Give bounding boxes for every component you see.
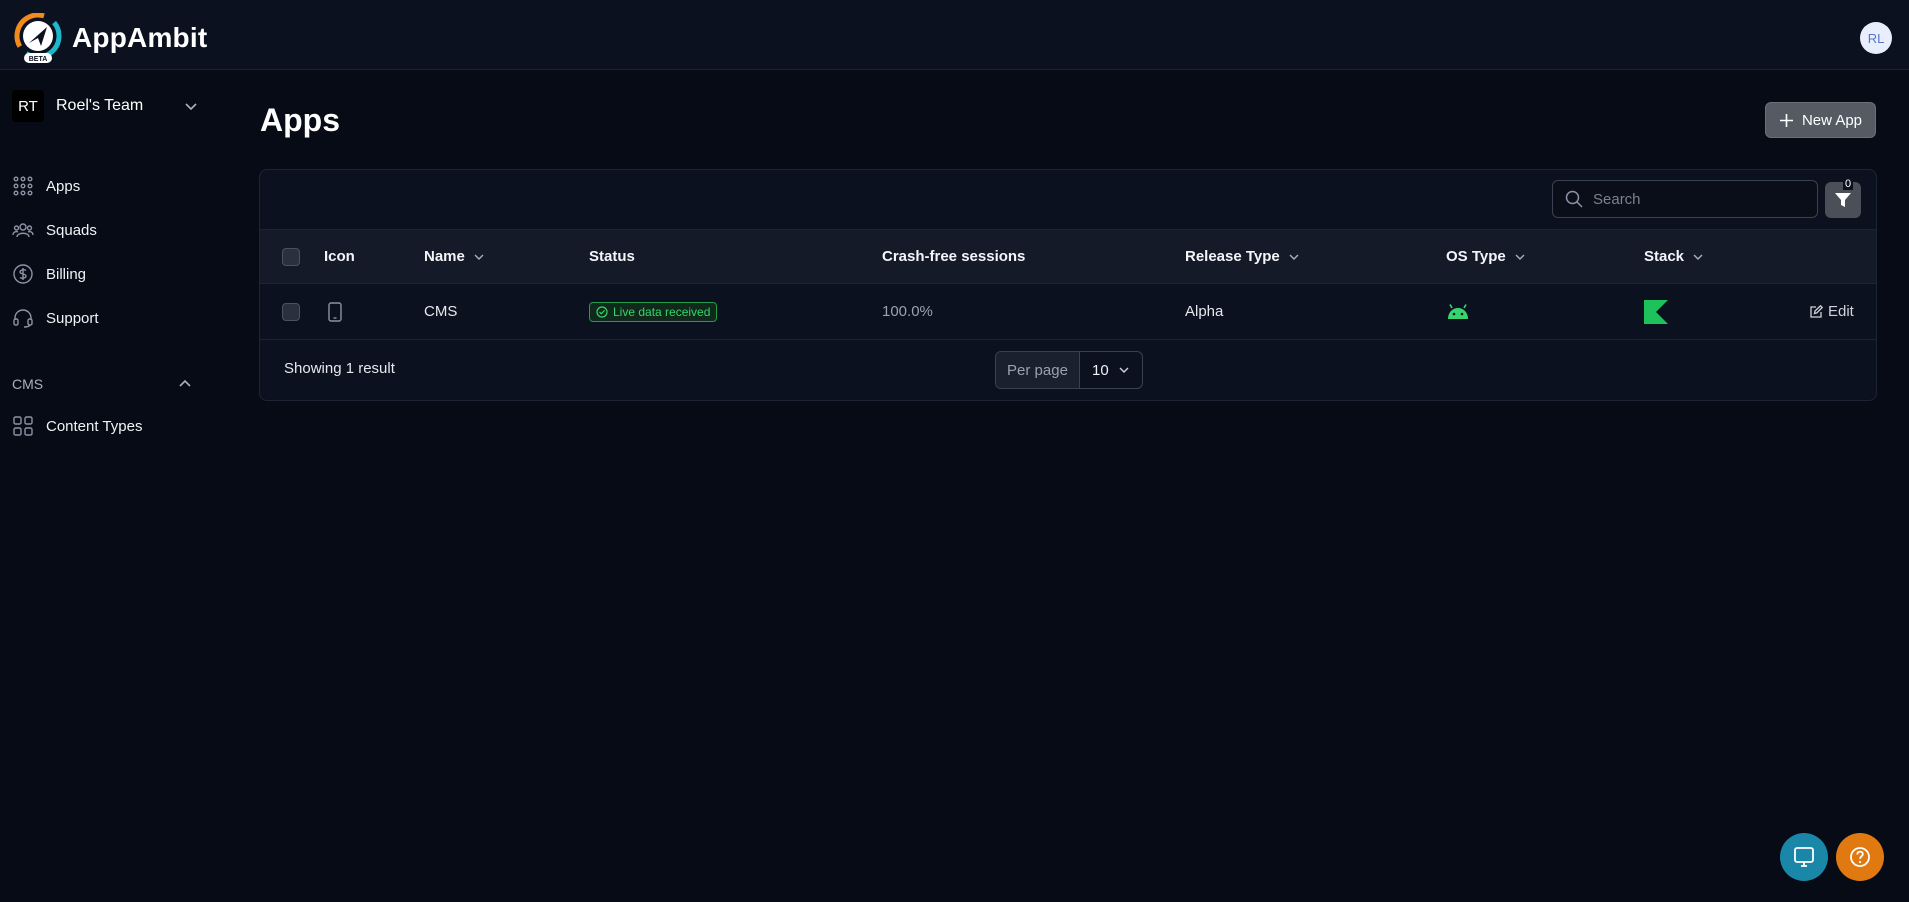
- android-icon: [1448, 303, 1468, 319]
- dollar-circle-icon: [13, 264, 33, 284]
- column-release-label: Release Type: [1185, 248, 1280, 265]
- per-page-select[interactable]: 10: [1080, 352, 1142, 388]
- select-all-cell: [282, 230, 300, 283]
- sidebar-item-content-types[interactable]: Content Types: [12, 404, 212, 448]
- team-switcher[interactable]: RT Roel's Team: [12, 90, 202, 122]
- chat-widget-button[interactable]: [1780, 833, 1828, 881]
- sidebar-item-squads[interactable]: Squads: [12, 208, 212, 252]
- filter-icon: [1835, 193, 1851, 207]
- chevron-down-icon: [1289, 254, 1299, 260]
- page-title: Apps: [260, 102, 340, 138]
- result-count: Showing 1 result: [284, 360, 395, 377]
- select-all-checkbox[interactable]: [282, 247, 300, 266]
- sidebar-item-label: Content Types: [46, 417, 143, 435]
- per-page-label: Per page: [996, 352, 1080, 388]
- sidebar-cms-nav: Content Types: [12, 404, 212, 448]
- release-type-value: Alpha: [1185, 303, 1224, 320]
- plus-icon: [1779, 113, 1793, 127]
- sidebar-item-apps[interactable]: Apps: [12, 164, 212, 208]
- mobile-phone-icon: [328, 301, 342, 322]
- appambit-logo-icon: BETA: [14, 12, 62, 63]
- per-page-control: Per page 10: [995, 351, 1143, 389]
- status-badge: Live data received: [589, 301, 718, 322]
- column-name-label: Name: [424, 248, 465, 265]
- grid-dots-icon: [13, 176, 33, 196]
- stack-cell: [1644, 284, 1668, 339]
- chevron-down-icon: [185, 103, 197, 111]
- check-circle-icon: [596, 305, 608, 318]
- squares-icon: [13, 416, 33, 436]
- beta-label: BETA: [29, 56, 48, 63]
- question-circle-icon: [1850, 847, 1870, 867]
- new-app-label: New App: [1801, 111, 1863, 129]
- column-icon: Icon: [324, 248, 355, 265]
- column-stack-label: Stack: [1644, 248, 1685, 265]
- team-name: Roel's Team: [56, 97, 144, 114]
- help-button[interactable]: [1836, 833, 1884, 881]
- chevron-up-icon: [179, 379, 191, 387]
- row-select-cell: [282, 284, 300, 339]
- sidebar-item-support[interactable]: Support: [12, 296, 212, 340]
- headset-icon: [13, 309, 33, 328]
- column-release-type[interactable]: Release Type: [1185, 230, 1300, 283]
- sidebar-item-label: Support: [46, 309, 99, 327]
- team-badge: RT: [12, 90, 44, 122]
- per-page-value: 10: [1092, 361, 1109, 379]
- sidebar-item-label: Apps: [46, 177, 81, 195]
- table-row[interactable]: CMS Live data received 100.0% Alpha Edit: [260, 284, 1876, 340]
- kotlin-icon: [1644, 299, 1668, 324]
- section-title: CMS: [12, 376, 44, 392]
- column-stack[interactable]: Stack: [1644, 230, 1704, 283]
- sidebar-nav: Apps Squads Billing Support: [12, 164, 212, 340]
- app-name[interactable]: CMS: [424, 284, 457, 339]
- column-crash-free: Crash-free sessions: [882, 248, 1026, 265]
- row-checkbox[interactable]: [282, 302, 300, 321]
- os-cell: [1446, 284, 1470, 339]
- top-bar: BETA AppAmbit RL: [0, 0, 1909, 70]
- sidebar-section-cms[interactable]: CMS: [12, 372, 192, 396]
- crash-free-value: 100.0%: [882, 303, 933, 320]
- app-icon-cell: [328, 284, 342, 339]
- filter-count-badge: 0: [1843, 178, 1854, 190]
- sidebar-item-billing[interactable]: Billing: [12, 252, 212, 296]
- edit-label: Edit: [1828, 303, 1854, 320]
- column-status: Status: [589, 248, 635, 265]
- edit-button[interactable]: Edit: [1810, 284, 1854, 339]
- search-input[interactable]: [1593, 190, 1813, 208]
- chat-screen-icon: [1794, 847, 1814, 867]
- chevron-down-icon: [1515, 254, 1525, 260]
- sidebar-item-label: Billing: [46, 265, 87, 283]
- chevron-down-icon: [1119, 367, 1129, 373]
- users-icon: [12, 223, 34, 238]
- edit-icon: [1810, 305, 1823, 318]
- sidebar-item-label: Squads: [46, 221, 97, 239]
- app-name: AppAmbit: [72, 22, 208, 53]
- column-os-type[interactable]: OS Type: [1446, 230, 1526, 283]
- column-os-label: OS Type: [1446, 248, 1506, 265]
- table-header: Icon Name Status Crash-free sessions Rel…: [260, 229, 1876, 284]
- column-name[interactable]: Name: [424, 230, 485, 283]
- apps-table-card: 0 Icon Name Status Crash-free sessions R…: [259, 169, 1877, 401]
- search-box[interactable]: [1552, 180, 1818, 218]
- app-logo[interactable]: BETA AppAmbit: [14, 12, 208, 63]
- user-avatar[interactable]: RL: [1860, 22, 1892, 54]
- chevron-down-icon: [474, 254, 484, 260]
- status-text: Live data received: [613, 304, 711, 319]
- search-icon: [1565, 190, 1583, 208]
- status-cell: Live data received: [589, 284, 718, 339]
- chevron-down-icon: [1693, 254, 1703, 260]
- new-app-button[interactable]: New App: [1765, 102, 1876, 138]
